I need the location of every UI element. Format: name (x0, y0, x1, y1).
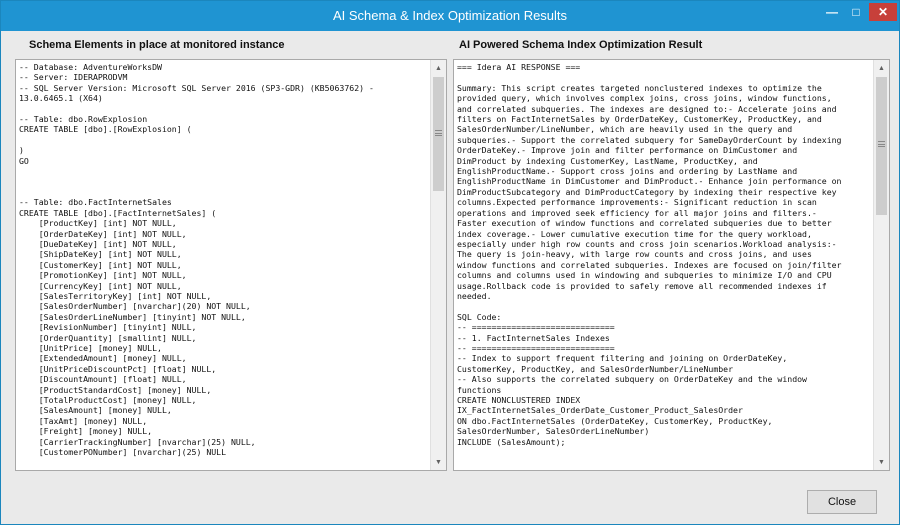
maximize-icon[interactable]: □ (845, 3, 867, 21)
scroll-up-icon[interactable]: ▲ (874, 60, 889, 76)
schema-elements-textbox[interactable]: -- Database: AdventureWorksDW -- Server:… (15, 59, 447, 471)
schema-elements-text[interactable]: -- Database: AdventureWorksDW -- Server:… (19, 62, 428, 468)
grip-icon (435, 130, 442, 136)
close-window-icon[interactable]: ✕ (869, 3, 897, 21)
window-title: AI Schema & Index Optimization Results (332, 8, 568, 23)
ai-result-scrollbar[interactable]: ▲ ▼ (873, 60, 889, 470)
schema-elements-scrollbar[interactable]: ▲ ▼ (430, 60, 446, 470)
scroll-down-icon[interactable]: ▼ (431, 454, 446, 470)
scroll-thumb[interactable] (876, 77, 887, 215)
results-window: AI Schema & Index Optimization Results —… (0, 0, 900, 525)
schema-elements-heading: Schema Elements in place at monitored in… (29, 39, 285, 51)
scroll-down-icon[interactable]: ▼ (874, 454, 889, 470)
title-bar[interactable]: AI Schema & Index Optimization Results —… (1, 1, 899, 31)
ai-result-text[interactable]: === Idera AI RESPONSE === Summary: This … (457, 62, 871, 468)
ai-result-textbox[interactable]: === Idera AI RESPONSE === Summary: This … (453, 59, 890, 471)
scroll-thumb[interactable] (433, 77, 444, 191)
minimize-icon[interactable]: — (821, 3, 843, 21)
close-button[interactable]: Close (807, 490, 877, 514)
scroll-up-icon[interactable]: ▲ (431, 60, 446, 76)
ai-result-heading: AI Powered Schema Index Optimization Res… (459, 39, 703, 51)
grip-icon (878, 141, 885, 147)
